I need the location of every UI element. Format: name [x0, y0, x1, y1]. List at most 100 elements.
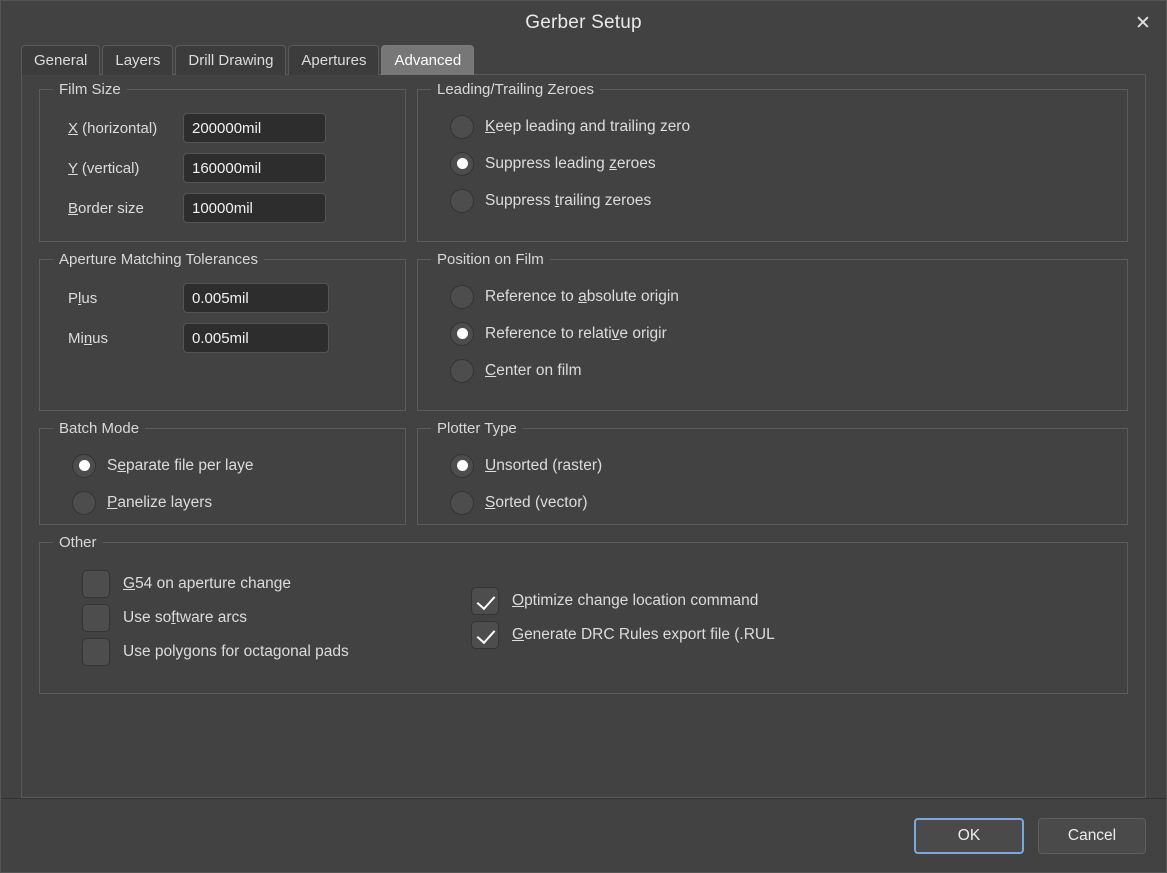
- group-other-legend: Other: [53, 534, 103, 551]
- radio-center-on-film[interactable]: Center on film: [428, 352, 1117, 389]
- ok-button[interactable]: OK: [914, 817, 1024, 854]
- label-text: ptimize change location command: [524, 592, 759, 609]
- radio-suppress-trailing-zeroes[interactable]: Suppress trailing zeroes: [428, 182, 1117, 219]
- group-other: Other G54 on aperture change Use softwar…: [39, 534, 1128, 694]
- radio-label: Reference to absolute origin: [485, 288, 679, 306]
- label-text: Suppress leading: [485, 154, 610, 172]
- checkbox-label: G54 on aperture change: [123, 575, 291, 593]
- label-text: parate file per laye: [125, 456, 254, 474]
- label-text: P: [68, 289, 79, 307]
- label-text: nsorted (raster): [496, 456, 603, 474]
- label-text: us: [81, 289, 98, 307]
- field-minus-tolerance: Minus: [50, 318, 395, 358]
- minus-tolerance-input[interactable]: [183, 323, 329, 353]
- accel-char: P: [107, 493, 118, 511]
- field-border-size-label: Border size: [50, 200, 183, 217]
- tab-layers[interactable]: Layers: [102, 45, 174, 75]
- other-right-column: Optimize change location command Generat…: [471, 567, 1117, 669]
- accel-char: O: [512, 592, 525, 609]
- accel-char: a: [578, 287, 587, 305]
- checkbox-icon: [82, 604, 110, 632]
- field-plus-label: Plus: [50, 290, 183, 307]
- group-aperture-matching-tolerances: Aperture Matching Tolerances Plus Minus: [39, 251, 406, 411]
- tab-general[interactable]: General: [21, 45, 101, 75]
- field-x-horizontal-label: X (horizontal): [50, 120, 183, 137]
- checkbox-icon: [82, 638, 110, 666]
- border-size-input[interactable]: [183, 193, 326, 223]
- tab-advanced[interactable]: Advanced: [381, 45, 475, 75]
- group-leading-trailing-zeroes: Leading/Trailing Zeroes Keep leading and…: [417, 81, 1128, 242]
- checkbox-g54-on-aperture-change[interactable]: G54 on aperture change: [82, 567, 471, 601]
- tab-drill-drawing[interactable]: Drill Drawing: [175, 45, 287, 75]
- checkbox-use-software-arcs[interactable]: Use software arcs: [82, 601, 471, 635]
- label-text: railing zeroes: [559, 191, 652, 209]
- tab-panel-advanced: Film Size X (horizontal) Y (vertical) Bo…: [21, 74, 1146, 798]
- radio-suppress-leading-zeroes[interactable]: Suppress leading zeroes: [428, 145, 1117, 182]
- radio-separate-file-per-layer[interactable]: Separate file per laye: [50, 447, 395, 484]
- field-y-vertical-label: Y (vertical): [50, 160, 183, 177]
- radio-icon: [450, 188, 474, 213]
- checkbox-optimize-change-location-command[interactable]: Optimize change location command: [471, 584, 1117, 618]
- radio-icon: [72, 453, 96, 478]
- checkbox-generate-drc-rules-export-file[interactable]: Generate DRC Rules export file (.RUL: [471, 618, 1117, 652]
- gerber-setup-dialog: Gerber Setup ✕ General Layers Drill Draw…: [0, 0, 1167, 873]
- group-plotter-type: Plotter Type Unsorted (raster) Sorted (v…: [417, 420, 1128, 525]
- label-text: Use polygons for octagonal pads: [123, 643, 349, 660]
- checkbox-use-polygons-for-octagonal-pads[interactable]: Use polygons for octagonal pads: [82, 635, 471, 669]
- radio-icon: [450, 114, 474, 139]
- label-text: S: [107, 456, 118, 474]
- group-film-size-legend: Film Size: [53, 81, 127, 98]
- radio-reference-relative-origin[interactable]: Reference to relative origir: [428, 315, 1117, 352]
- x-horizontal-input[interactable]: [183, 113, 326, 143]
- accel-char: S: [485, 493, 496, 511]
- group-batch-mode-legend: Batch Mode: [53, 420, 146, 437]
- label-text: us: [92, 329, 109, 347]
- label-text: (vertical): [77, 159, 140, 177]
- label-text: Mi: [68, 329, 84, 347]
- y-vertical-input[interactable]: [183, 153, 326, 183]
- radio-icon: [450, 284, 474, 309]
- accel-char: G: [123, 575, 136, 592]
- radio-label: Reference to relative origir: [485, 325, 667, 343]
- label-text: Reference to: [485, 287, 579, 305]
- title-bar: Gerber Setup ✕: [1, 1, 1166, 45]
- field-border-size: Border size: [50, 188, 395, 228]
- label-text: Use so: [123, 609, 172, 626]
- accel-char: G: [512, 626, 525, 643]
- label-text: Suppress: [485, 191, 555, 209]
- radio-icon: [72, 490, 96, 515]
- radio-sorted-vector[interactable]: Sorted (vector): [428, 484, 1117, 521]
- radio-icon: [450, 490, 474, 515]
- radio-label: Unsorted (raster): [485, 457, 602, 475]
- group-position-on-film: Position on Film Reference to absolute o…: [417, 251, 1128, 411]
- radio-label: Sorted (vector): [485, 494, 588, 512]
- checkbox-label: Use software arcs: [123, 609, 247, 627]
- radio-keep-leading-and-trailing-zeroes[interactable]: Keep leading and trailing zero: [428, 108, 1117, 145]
- group-plotter-type-legend: Plotter Type: [431, 420, 523, 437]
- tab-apertures[interactable]: Apertures: [288, 45, 380, 75]
- radio-reference-absolute-origin[interactable]: Reference to absolute origin: [428, 278, 1117, 315]
- label-text: eroes: [616, 154, 656, 172]
- label-text: e origir: [619, 324, 667, 342]
- checkbox-icon: [82, 570, 110, 598]
- group-film-size: Film Size X (horizontal) Y (vertical) Bo…: [39, 81, 406, 242]
- radio-unsorted-raster[interactable]: Unsorted (raster): [428, 447, 1117, 484]
- radio-label: Center on film: [485, 362, 582, 380]
- radio-icon: [450, 151, 474, 176]
- accel-char: n: [83, 329, 93, 347]
- label-text: tware arcs: [175, 609, 248, 626]
- group-position-legend: Position on Film: [431, 251, 550, 268]
- radio-label: Suppress trailing zeroes: [485, 192, 651, 210]
- close-icon[interactable]: ✕: [1120, 1, 1166, 45]
- label-text: enter on film: [496, 361, 582, 379]
- label-text: anelize layers: [117, 493, 213, 511]
- radio-icon: [450, 321, 474, 346]
- radio-panelize-layers[interactable]: Panelize layers: [50, 484, 395, 521]
- radio-label: Separate file per laye: [107, 457, 254, 475]
- checkbox-label: Optimize change location command: [512, 592, 758, 610]
- radio-label: Keep leading and trailing zero: [485, 118, 690, 136]
- radio-icon: [450, 453, 474, 478]
- cancel-button[interactable]: Cancel: [1038, 817, 1146, 854]
- label-text: orted (vector): [495, 493, 588, 511]
- plus-tolerance-input[interactable]: [183, 283, 329, 313]
